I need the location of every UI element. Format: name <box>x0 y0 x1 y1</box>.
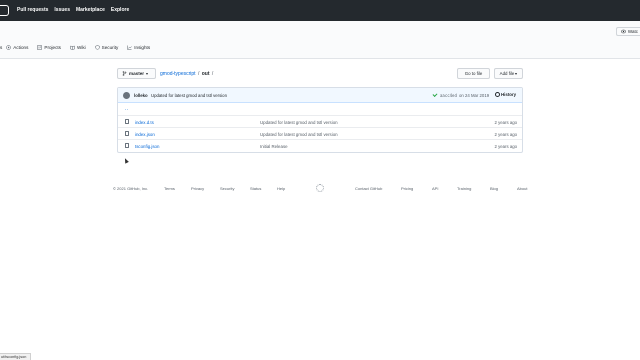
check-icon[interactable] <box>432 92 438 97</box>
file-icon <box>125 131 129 136</box>
add-file-button[interactable]: Add file <box>494 68 523 79</box>
branch-name: master <box>129 71 145 76</box>
file-commit-message[interactable]: Updated for latest gmod and tstl version <box>260 120 338 125</box>
tab-label: Insights <box>134 45 151 50</box>
table-row: tsconfig.json Initial Release 2 years ag… <box>118 139 522 151</box>
latest-commit-bar: lolleko Updated for latest gmod and tstl… <box>118 88 522 103</box>
footer-link-contact[interactable]: Contact GitHub <box>355 186 382 191</box>
footer-link-terms[interactable]: Terms <box>164 186 175 191</box>
tab-label: Security <box>101 45 119 50</box>
file-name-link[interactable]: tsconfig.json <box>135 144 159 149</box>
file-age: 2 years ago <box>494 131 517 137</box>
project-icon <box>37 45 43 50</box>
footer-link-training[interactable]: Training <box>457 186 471 191</box>
footer-copyright: © 2021 GitHub, Inc. <box>113 186 149 191</box>
chevron-down-icon <box>146 72 149 75</box>
chevron-down-icon <box>515 72 518 75</box>
repo-header: Watc s Actions Projects Wiki Security In… <box>0 21 640 59</box>
status-url: ut/tsconfig.json <box>1 355 27 359</box>
footer-link-pricing[interactable]: Pricing <box>401 186 413 191</box>
tab-security[interactable]: Security <box>94 45 119 50</box>
play-icon <box>6 45 12 50</box>
file-listing: lolleko Updated for latest gmod and tstl… <box>117 87 523 153</box>
breadcrumb-separator: / <box>211 71 214 77</box>
graph-icon <box>127 45 132 50</box>
tab-wiki[interactable]: Wiki <box>70 45 86 50</box>
file-icon <box>125 143 129 148</box>
shield-icon <box>94 45 100 50</box>
file-icon <box>125 119 129 124</box>
book-icon <box>70 45 75 50</box>
tab-label: Projects <box>44 45 61 50</box>
breadcrumb-separator: / <box>197 71 200 77</box>
commit-message[interactable]: Updated for latest gmod and tstl version <box>151 93 227 98</box>
file-navigation: master gmod-typescript / out / Go to fil… <box>117 68 523 79</box>
footer-link-about[interactable]: About <box>517 186 527 191</box>
file-commit-message[interactable]: Updated for latest gmod and tstl version <box>260 132 338 137</box>
file-name-link[interactable]: index.json <box>135 132 155 137</box>
file-name-link[interactable]: index.d.ts <box>135 120 154 125</box>
go-to-file-label: Go to file <box>464 71 483 76</box>
footer-link-status[interactable]: Status <box>250 186 261 191</box>
watch-button[interactable]: Watc <box>615 27 640 36</box>
footer-link-help[interactable]: Help <box>277 186 285 191</box>
nav-marketplace[interactable]: Marketplace <box>76 7 105 13</box>
global-nav: Pull requests Issues Marketplace Explore <box>17 7 129 13</box>
mouse-pointer-icon <box>123 157 129 164</box>
watch-label: Watc <box>627 29 638 34</box>
eye-icon <box>620 29 626 34</box>
global-header: Pull requests Issues Marketplace Explore <box>0 0 640 21</box>
tab-pull-requests-fragment[interactable]: s <box>0 45 2 50</box>
repo-tabs: s Actions Projects Wiki Security Insight… <box>0 45 150 50</box>
history-link[interactable]: History <box>495 92 516 97</box>
commit-date: on 24 Mar 2019 <box>459 93 490 98</box>
tab-label: Wiki <box>76 45 86 50</box>
breadcrumb-current-dir: out <box>201 71 210 77</box>
commit-author[interactable]: lolleko <box>134 93 148 98</box>
add-file-label: Add file <box>499 71 515 76</box>
nav-explore[interactable]: Explore <box>111 7 129 13</box>
nav-pull-requests[interactable]: Pull requests <box>17 7 48 13</box>
nav-issues[interactable]: Issues <box>54 7 70 13</box>
footer-link-api[interactable]: API <box>432 186 438 191</box>
footer-link-blog[interactable]: Blog <box>490 186 498 191</box>
commit-sha[interactable]: aacc4ed <box>440 93 457 98</box>
avatar[interactable] <box>123 92 130 99</box>
tab-insights[interactable]: Insights <box>127 45 150 50</box>
parent-dir-link[interactable]: .. <box>125 106 129 112</box>
file-age: 2 years ago <box>494 119 517 125</box>
parent-dir-row[interactable]: .. <box>118 103 522 115</box>
breadcrumb-repo-link[interactable]: gmod-typescript <box>160 71 196 77</box>
clock-icon <box>495 92 500 97</box>
table-row: index.json Updated for latest gmod and t… <box>118 127 522 139</box>
go-to-file-button[interactable]: Go to file <box>457 68 490 79</box>
tab-label: s <box>0 45 3 50</box>
browser-status-bar: ut/tsconfig.json <box>0 353 31 360</box>
file-age: 2 years ago <box>494 143 517 149</box>
file-commit-message[interactable]: Initial Release <box>260 144 288 149</box>
tab-projects[interactable]: Projects <box>37 45 61 50</box>
github-logo-icon[interactable] <box>0 5 9 16</box>
footer-link-security[interactable]: Security <box>220 186 234 191</box>
branch-icon <box>122 71 127 76</box>
tab-label: Actions <box>13 45 29 50</box>
tab-actions[interactable]: Actions <box>6 45 28 50</box>
breadcrumb: gmod-typescript / out / <box>160 71 214 77</box>
branch-select-button[interactable]: master <box>117 68 156 79</box>
github-mark-icon[interactable] <box>316 184 324 192</box>
history-label: History <box>501 92 517 97</box>
footer-link-privacy[interactable]: Privacy <box>191 186 204 191</box>
table-row: index.d.ts Updated for latest gmod and t… <box>118 115 522 127</box>
